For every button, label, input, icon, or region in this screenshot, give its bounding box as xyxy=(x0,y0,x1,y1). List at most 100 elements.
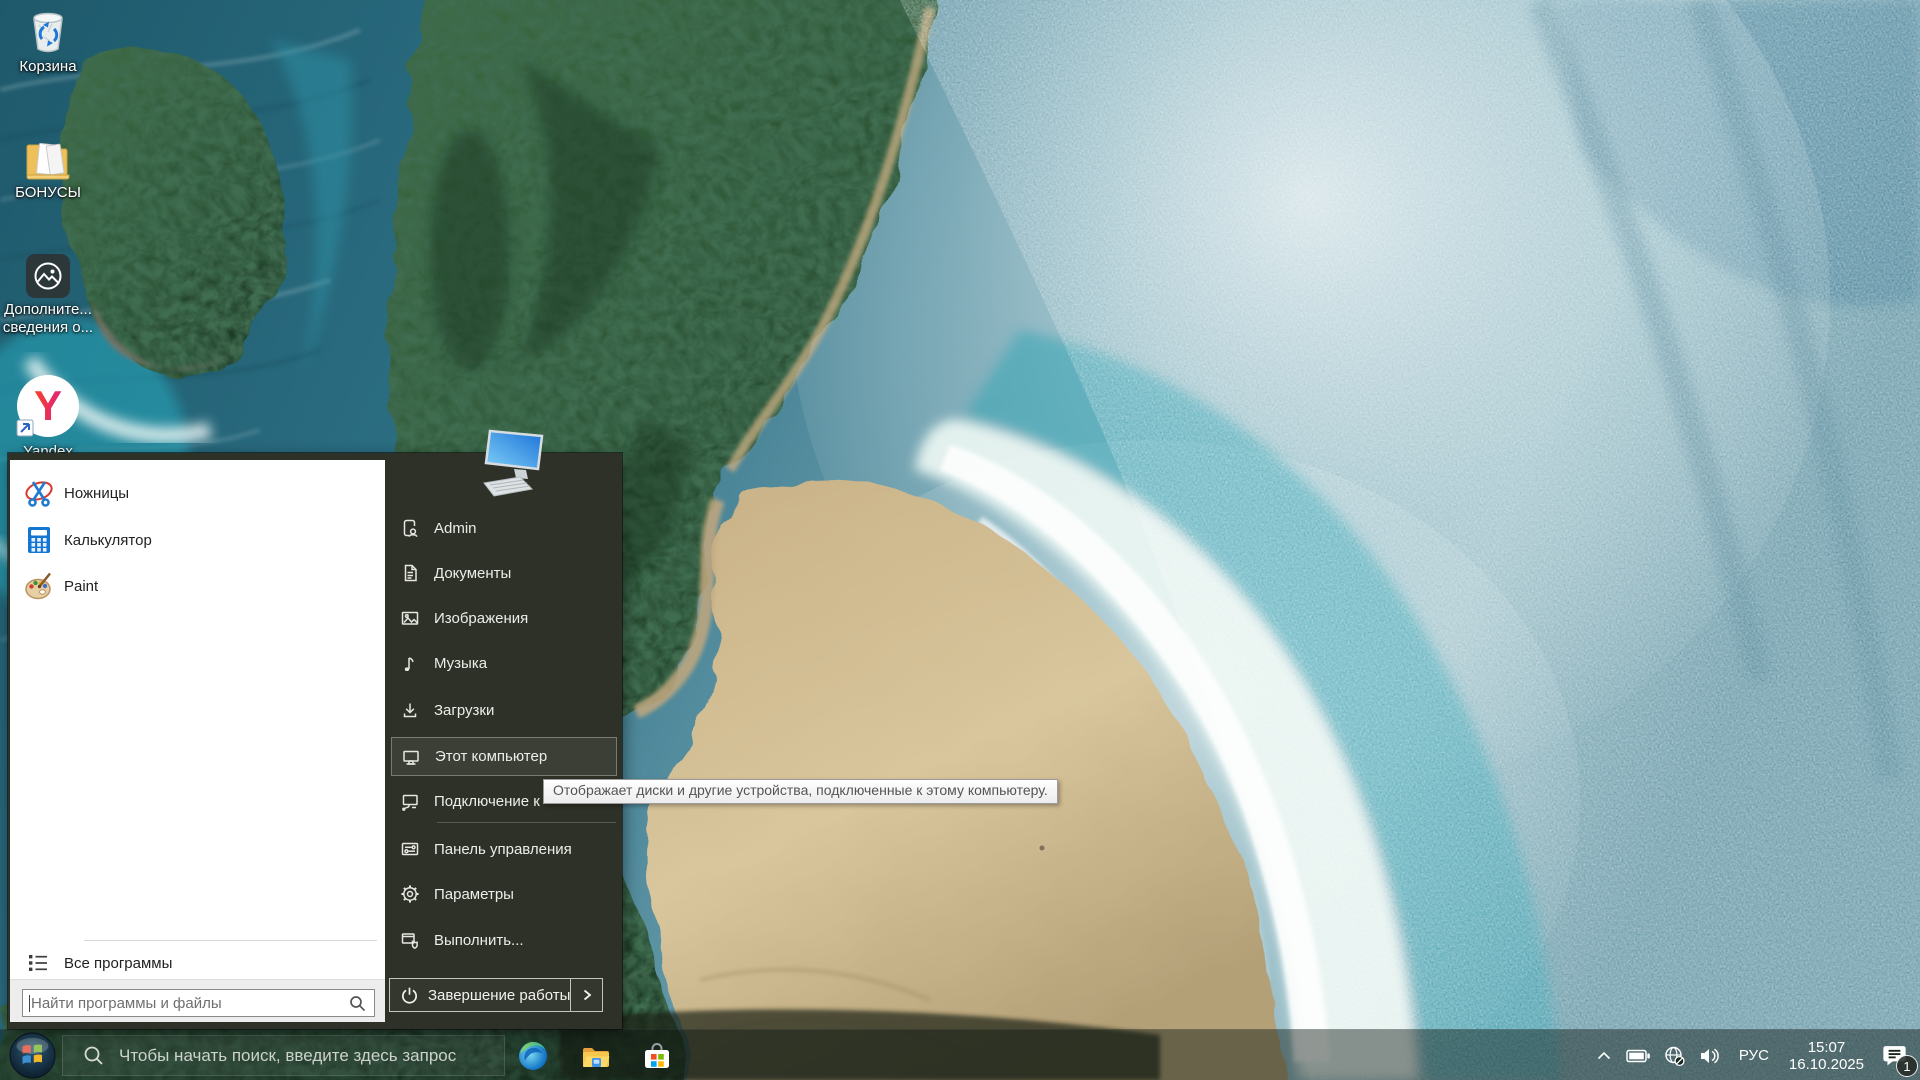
download-arrow-icon xyxy=(400,700,420,720)
user-badge-icon xyxy=(400,518,420,538)
start-menu-item-label: Панель управления xyxy=(434,841,572,858)
taskbar-file-explorer-button[interactable] xyxy=(580,1040,612,1072)
start-menu-left-panel: Ножницы Калькулятор xyxy=(10,460,385,1021)
all-programs-label: Все программы xyxy=(64,955,172,972)
desktop-icon-recycle-bin[interactable]: Корзина xyxy=(0,5,96,76)
clock-time: 15:07 xyxy=(1789,1039,1864,1056)
start-menu-item-label: Загрузки xyxy=(434,702,494,719)
start-menu-item-documents[interactable]: Документы xyxy=(391,555,617,591)
start-menu-item-label: Калькулятор xyxy=(64,532,152,549)
search-icon xyxy=(83,1045,105,1067)
power-icon xyxy=(400,986,419,1005)
desktop: Корзина БОНУСЫ Дополните... сведения о..… xyxy=(0,0,1920,1080)
taskbar: Чтобы начать поиск, введите здесь запрос xyxy=(0,1029,1920,1080)
system-tray: РУС 15:07 16.10.2025 1 xyxy=(1588,1030,1920,1080)
taskbar-search-placeholder: Чтобы начать поиск, введите здесь запрос xyxy=(119,1046,456,1066)
calculator-icon xyxy=(24,525,54,555)
start-menu-item-this-pc[interactable]: Этот компьютер xyxy=(391,737,617,776)
shutdown-label: Завершение работы xyxy=(428,987,570,1004)
remote-connection-icon xyxy=(400,791,420,811)
shutdown-options-arrow-button[interactable] xyxy=(570,979,602,1011)
start-menu-item-label: Документы xyxy=(434,565,511,582)
start-menu-item-label: Изображения xyxy=(434,610,528,627)
start-menu-item-settings[interactable]: Параметры xyxy=(391,876,617,912)
control-panel-icon xyxy=(400,839,420,859)
microsoft-edge-icon xyxy=(518,1041,548,1071)
start-menu-search-box[interactable] xyxy=(22,989,375,1017)
picture-icon xyxy=(400,608,420,628)
program-list-icon xyxy=(28,953,48,973)
start-menu-item-calculator[interactable]: Калькулятор xyxy=(10,522,385,558)
taskbar-clock[interactable]: 15:07 16.10.2025 xyxy=(1779,1039,1874,1073)
action-center-button[interactable]: 1 xyxy=(1874,1030,1914,1080)
run-window-icon xyxy=(400,930,420,950)
desktop-icon-label: БОНУСЫ xyxy=(0,184,96,202)
start-button[interactable] xyxy=(9,1032,56,1079)
desktop-icon-yandex[interactable]: Y Yandex xyxy=(0,374,96,461)
taskbar-edge-button[interactable] xyxy=(517,1040,549,1072)
start-menu-item-pictures[interactable]: Изображения xyxy=(391,600,617,636)
start-menu-item-label: Подключение к xyxy=(434,793,540,810)
desktop-icon-label: сведения о... xyxy=(0,319,96,337)
start-menu-item-control-panel[interactable]: Панель управления xyxy=(391,831,617,867)
search-strip xyxy=(10,979,385,1022)
divider xyxy=(437,822,616,823)
search-icon xyxy=(349,995,366,1012)
volume-indicator[interactable] xyxy=(1692,1030,1729,1080)
start-menu-right-panel: Admin Документы Изображения xyxy=(385,453,622,1029)
divider xyxy=(84,940,377,941)
start-menu-item-label: Выполнить... xyxy=(434,932,524,949)
start-menu-item-label: Музыка xyxy=(434,655,487,672)
taskbar-store-button[interactable] xyxy=(641,1040,673,1072)
globe-no-internet-icon xyxy=(1663,1045,1686,1067)
volume-icon xyxy=(1698,1045,1723,1067)
gear-icon xyxy=(400,884,420,904)
start-menu-item-music[interactable]: Музыка xyxy=(391,645,617,681)
document-icon xyxy=(400,563,420,583)
windows-orb-icon xyxy=(9,1032,56,1079)
computer-illustration-icon xyxy=(483,427,549,501)
start-menu-item-downloads[interactable]: Загрузки xyxy=(391,692,617,728)
computer-monitor-icon xyxy=(401,747,421,767)
language-indicator[interactable]: РУС xyxy=(1729,1047,1779,1064)
shutdown-button[interactable]: Завершение работы xyxy=(389,978,603,1012)
yandex-browser-icon: Y xyxy=(15,374,81,440)
start-menu-item-paint[interactable]: Paint xyxy=(10,568,385,604)
start-menu-item-run[interactable]: Выполнить... xyxy=(391,922,617,958)
tooltip: Отображает диски и другие устройства, по… xyxy=(543,779,1058,804)
start-menu-item-label: Admin xyxy=(434,520,477,537)
desktop-icon-folder-bonus[interactable]: БОНУСЫ xyxy=(0,133,96,202)
notification-badge: 1 xyxy=(1896,1055,1918,1077)
scissors-icon xyxy=(24,478,54,508)
show-hidden-icons-button[interactable] xyxy=(1588,1030,1620,1080)
network-indicator[interactable] xyxy=(1657,1030,1692,1080)
start-menu-search-input[interactable] xyxy=(23,995,349,1012)
shortcut-arrow-icon xyxy=(17,420,33,436)
desktop-icon-label: Корзина xyxy=(0,58,96,76)
chevron-up-icon xyxy=(1594,1046,1614,1066)
start-menu-item-admin[interactable]: Admin xyxy=(391,510,617,546)
start-menu: Ножницы Калькулятор xyxy=(8,453,622,1029)
start-menu-item-label: Ножницы xyxy=(64,485,129,502)
start-menu-item-label: Paint xyxy=(64,578,98,595)
music-note-icon xyxy=(400,653,420,673)
file-explorer-icon xyxy=(581,1041,611,1071)
all-programs-button[interactable]: Все программы xyxy=(10,946,385,980)
chevron-right-icon xyxy=(580,988,594,1002)
battery-indicator[interactable] xyxy=(1620,1030,1657,1080)
folder-icon xyxy=(23,133,73,181)
taskbar-search[interactable]: Чтобы начать поиск, введите здесь запрос xyxy=(62,1035,505,1076)
paint-palette-icon xyxy=(24,571,54,601)
photos-icon xyxy=(26,254,70,298)
svg-text:Y: Y xyxy=(34,382,62,429)
battery-icon xyxy=(1626,1045,1651,1067)
text-caret xyxy=(29,995,30,1012)
microsoft-store-icon xyxy=(642,1041,672,1071)
recycle-bin-icon xyxy=(24,5,72,55)
clock-date: 16.10.2025 xyxy=(1789,1056,1864,1073)
start-menu-item-label: Параметры xyxy=(434,886,514,903)
desktop-icon-label: Дополните... xyxy=(0,301,96,319)
desktop-icon-photos-info[interactable]: Дополните... сведения о... xyxy=(0,254,96,337)
start-menu-item-snipping-tool[interactable]: Ножницы xyxy=(10,475,385,511)
start-menu-item-label: Этот компьютер xyxy=(435,748,547,765)
